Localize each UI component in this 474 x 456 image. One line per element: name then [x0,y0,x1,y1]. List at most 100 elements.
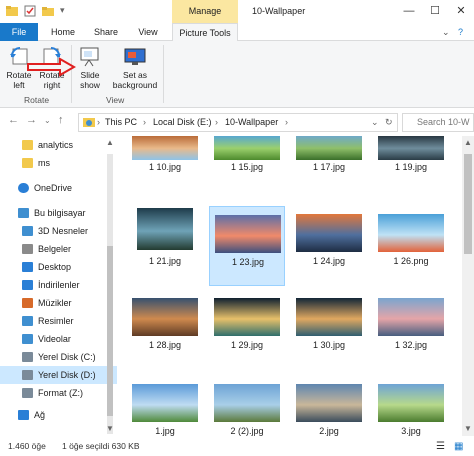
nav-item-label: Bu bilgisayar [34,208,86,218]
nav-item[interactable]: analytics [0,136,117,154]
nav-item[interactable]: Bu bilgisayar [0,204,117,222]
help-icon[interactable]: ? [458,27,463,37]
nav-item[interactable]: Yerel Disk (D:) [0,366,117,384]
large-icons-view-icon[interactable]: ▦ [454,441,463,452]
file-tile[interactable]: 1 21.jpg [127,206,203,286]
quick-access-dropdown-icon[interactable]: ▾ [60,5,72,17]
file-tile[interactable]: 2.jpg [291,376,367,436]
details-view-icon[interactable]: ☰ [436,441,445,452]
file-name: 1 10.jpg [148,162,182,172]
nav-item[interactable]: İndirilenler [0,276,117,294]
file-name: 1 30.jpg [312,340,346,350]
nav-item-label: 3D Nesneler [38,226,89,236]
nav-scroll-thumb[interactable] [107,246,113,416]
image-thumbnail [296,214,362,252]
file-name: 2.jpg [319,426,339,436]
tab-file[interactable]: File [0,23,38,41]
image-thumbnail [296,136,362,160]
file-name: 1 32.jpg [394,340,428,350]
computer-icon [18,208,29,218]
recent-locations-icon[interactable]: ⌄ [44,116,51,125]
nav-item[interactable]: Videolar [0,330,117,348]
nav-item-label: Yerel Disk (D:) [38,370,96,380]
file-tile[interactable]: 1 10.jpg [127,136,203,210]
file-tile[interactable]: 1 26.png [373,206,449,286]
refresh-icon[interactable]: ↻ [385,117,393,128]
up-arrow-icon[interactable]: ↑ [58,114,64,126]
set-as-background-button[interactable]: Set as background [110,45,160,90]
slide-show-button[interactable]: Slide show [74,45,106,90]
maximize-button[interactable]: ☐ [422,0,448,23]
tab-view[interactable]: View [130,23,166,41]
collapse-ribbon-icon[interactable]: ⌄ [442,27,450,38]
nav-item-label: OneDrive [34,183,73,193]
scroll-down-icon[interactable]: ▼ [464,424,472,433]
file-tile[interactable]: 1 23.jpg [209,206,285,286]
3d-objects-icon [22,226,33,236]
file-tile[interactable]: 1 15.jpg [209,136,285,210]
breadcrumb-local-disk[interactable]: Local Disk (E:) [153,117,212,127]
image-thumbnail [378,214,444,252]
network-icon [18,410,29,420]
tab-share[interactable]: Share [86,23,126,41]
close-button[interactable]: ✕ [448,0,474,23]
file-tile[interactable]: 2 (2).jpg [209,376,285,436]
item-count: 1.460 öğe [8,441,46,451]
nav-item[interactable]: Format (Z:) [0,384,117,402]
tab-picture-tools[interactable]: Picture Tools [172,23,238,42]
nav-item[interactable]: Müzikler [0,294,117,312]
navigation-pane: analytics ms OneDrive Bu bilgisayar 3D Nesne… [0,136,117,436]
file-tile[interactable]: 1 17.jpg [291,136,367,210]
drive-icon [22,370,33,380]
scroll-up-icon[interactable]: ▲ [106,138,114,147]
scroll-up-icon[interactable]: ▲ [464,138,472,147]
new-folder-icon[interactable] [42,5,54,17]
file-name: 1 21.jpg [148,256,182,266]
folder-icon [22,140,33,150]
file-name: 1 19.jpg [394,162,428,172]
content-scroll-thumb[interactable] [464,154,472,254]
file-tile[interactable]: 1 30.jpg [291,290,367,370]
nav-item[interactable]: Desktop [0,258,117,276]
slide-show-icon [79,45,101,67]
ribbon-tabs: File Home Share View Picture Tools ⌄ ? [0,23,474,42]
file-tile[interactable]: 3.jpg [373,376,449,436]
nav-item-label: Format (Z:) [38,388,83,398]
search-box[interactable]: Search 10-W [402,113,474,132]
back-arrow-icon[interactable]: ← [8,114,19,126]
breadcrumb-this-pc[interactable]: This PC [105,117,137,127]
minimize-button[interactable]: — [396,0,422,23]
scroll-down-icon[interactable]: ▼ [106,424,114,433]
set-as-background-icon [124,45,146,67]
address-dropdown-icon[interactable]: ⌄ [371,117,379,128]
file-tile[interactable]: 1.jpg [127,376,203,436]
file-tile[interactable]: 1 29.jpg [209,290,285,370]
nav-item[interactable]: 3D Nesneler [0,222,117,240]
nav-item-label: Desktop [38,262,72,272]
forward-arrow-icon[interactable]: → [26,114,37,126]
file-tile[interactable]: 1 24.jpg [291,206,367,286]
nav-item[interactable]: OneDrive [0,179,117,197]
file-name: 2 (2).jpg [230,426,264,436]
file-tile[interactable]: 1 32.jpg [373,290,449,370]
tab-home[interactable]: Home [44,23,82,41]
file-tile[interactable]: 1 28.jpg [127,290,203,370]
content-scrollbar[interactable]: ▲ ▼ [462,136,474,436]
group-label-rotate: Rotate [24,95,50,105]
manage-tab[interactable]: Manage [172,0,238,23]
image-thumbnail [214,384,280,422]
image-thumbnail [214,298,280,336]
nav-item[interactable]: Resimler [0,312,117,330]
breadcrumb-folder[interactable]: 10-Wallpaper [225,117,278,127]
ribbon-panel: Rotate left Rotate right Slide show Set … [0,41,474,108]
pictures-icon [22,316,33,326]
properties-icon[interactable] [24,5,36,17]
nav-item[interactable]: Yerel Disk (C:) [0,348,117,366]
nav-item[interactable]: Ağ [0,406,117,424]
file-tile[interactable]: 1 19.jpg [373,136,449,210]
file-name: 1 24.jpg [312,256,346,266]
nav-item[interactable]: Belgeler [0,240,117,258]
nav-scrollbar[interactable]: ▲ ▼ [104,136,116,436]
nav-item[interactable]: ms [0,154,117,172]
address-bar[interactable]: › This PC › Local Disk (E:) › 10-Wallpap… [78,113,398,132]
